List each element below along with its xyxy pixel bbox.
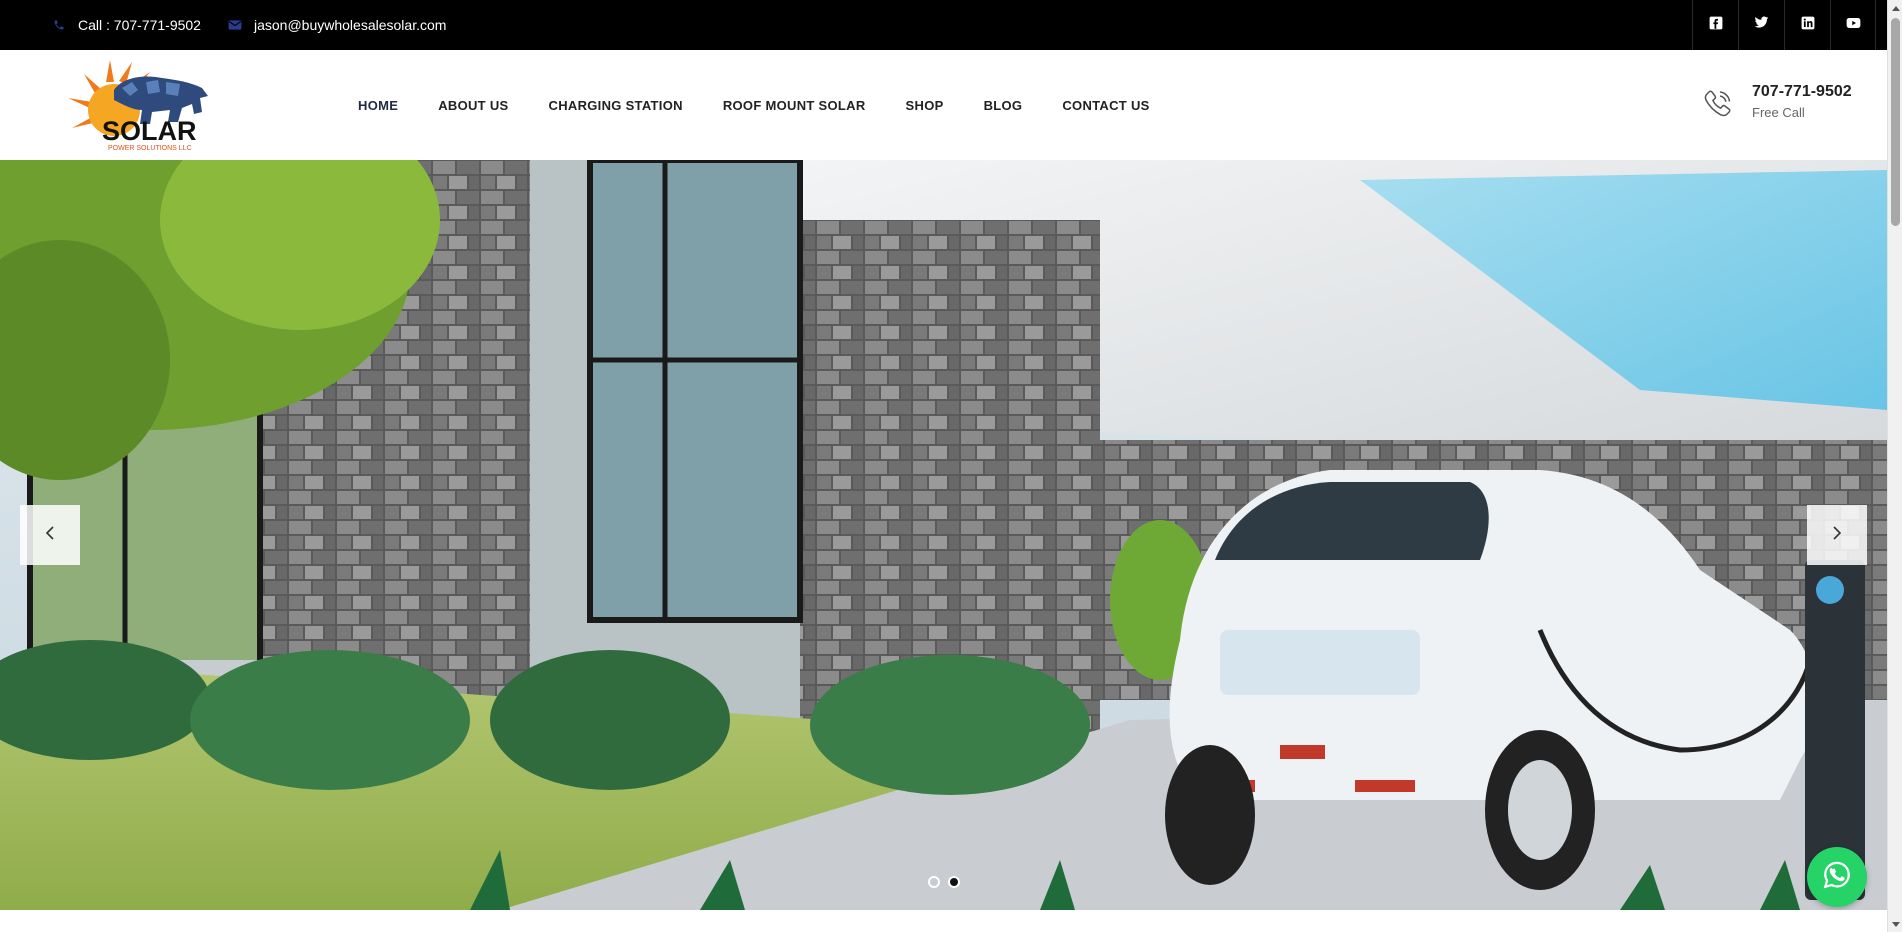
- top-bar: Call : 707-771-9502 jason@buywholesaleso…: [0, 0, 1887, 50]
- slider-dot-2[interactable]: [948, 876, 960, 888]
- slider-dots: [928, 876, 960, 888]
- hero-slider: [0, 160, 1887, 910]
- header-phone-sub: Free Call: [1752, 105, 1805, 120]
- slider-prev-button[interactable]: [20, 505, 80, 565]
- header-call-text: 707-771-9502 Free Call: [1752, 82, 1852, 120]
- chevron-right-icon: [1832, 525, 1842, 546]
- phone-ring-icon: [1700, 86, 1736, 122]
- slider-next-button[interactable]: [1807, 505, 1867, 565]
- nav-home[interactable]: HOME: [358, 98, 398, 113]
- logo-tagline: POWER SOLUTIONS LLC: [108, 145, 192, 152]
- youtube-link[interactable]: [1830, 0, 1876, 50]
- nav-charging-station[interactable]: CHARGING STATION: [549, 98, 683, 113]
- page-content-start: [0, 910, 1887, 932]
- twitter-icon: [1754, 16, 1769, 34]
- scroll-thumb[interactable]: [1891, 18, 1900, 226]
- page: Call : 707-771-9502 jason@buywholesaleso…: [0, 0, 1902, 932]
- envelope-icon: [228, 18, 242, 32]
- whatsapp-button[interactable]: [1807, 847, 1867, 907]
- header-call[interactable]: 707-771-9502 Free Call: [1700, 82, 1852, 122]
- nav-about-us[interactable]: ABOUT US: [438, 98, 508, 113]
- site-header: SOLAR POWER SOLUTIONS LLC HOME ABOUT US …: [0, 50, 1887, 160]
- nav-blog[interactable]: BLOG: [984, 98, 1023, 113]
- scroll-up-arrow[interactable]: [1888, 0, 1902, 15]
- topbar-email[interactable]: jason@buywholesalesolar.com: [228, 0, 446, 50]
- slider-dot-1[interactable]: [928, 876, 940, 888]
- phone-icon: [52, 18, 66, 32]
- topbar-email-text: jason@buywholesalesolar.com: [254, 17, 447, 33]
- scroll-down-arrow[interactable]: [1888, 917, 1902, 932]
- nav-roof-mount-solar[interactable]: ROOF MOUNT SOLAR: [723, 98, 866, 113]
- facebook-icon: [1709, 16, 1723, 35]
- linkedin-icon: [1801, 16, 1815, 35]
- youtube-icon: [1846, 16, 1861, 34]
- whatsapp-icon: [1822, 860, 1852, 895]
- hero-image: [0, 160, 1887, 910]
- header-phone-number: 707-771-9502: [1752, 83, 1852, 100]
- page-scrollbar[interactable]: [1887, 0, 1902, 932]
- main-nav: HOME ABOUT US CHARGING STATION ROOF MOUN…: [358, 50, 1190, 160]
- twitter-link[interactable]: [1738, 0, 1784, 50]
- site-logo[interactable]: SOLAR POWER SOLUTIONS LLC: [62, 52, 217, 152]
- nav-shop[interactable]: SHOP: [906, 98, 944, 113]
- logo-word: SOLAR: [102, 116, 197, 146]
- linkedin-link[interactable]: [1784, 0, 1830, 50]
- facebook-link[interactable]: [1692, 0, 1738, 50]
- chevron-left-icon: [45, 525, 55, 546]
- nav-contact-us[interactable]: CONTACT US: [1062, 98, 1149, 113]
- topbar-call-text: Call : 707-771-9502: [78, 17, 201, 33]
- topbar-call[interactable]: Call : 707-771-9502: [52, 0, 201, 50]
